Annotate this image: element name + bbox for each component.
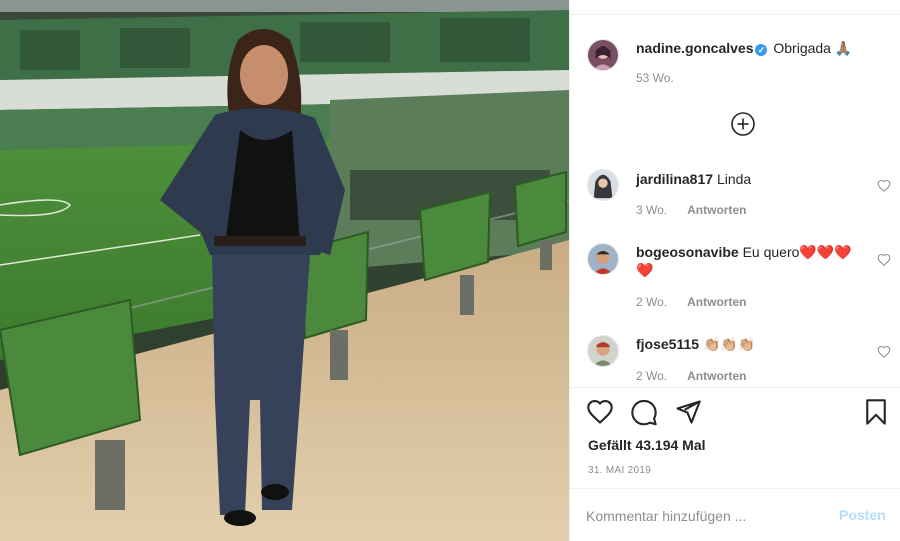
author-username[interactable]: nadine.goncalves [636, 40, 753, 56]
comment-item: jardilina817 Linda [636, 170, 868, 188]
comment-like-heart-icon[interactable] [877, 345, 891, 359]
comment-like-heart-icon[interactable] [877, 179, 891, 193]
reply-button[interactable]: Antworten [687, 369, 746, 383]
comment-timestamp[interactable]: 2 Wo. [636, 369, 667, 383]
comment-timestamp[interactable]: 3 Wo. [636, 203, 667, 217]
post-date[interactable]: 31. MAI 2019 [588, 465, 651, 476]
reply-button[interactable]: Antworten [687, 295, 746, 309]
actions-divider [570, 387, 900, 388]
bookmark-icon[interactable] [862, 398, 890, 426]
stadium-photo-illustration [0, 0, 569, 541]
comment-item: bogeosonavibe Eu quero❤️❤️❤️❤️ [636, 243, 868, 279]
comment-username[interactable]: bogeosonavibe [636, 244, 739, 260]
comment-text: Linda [716, 171, 752, 187]
header-divider [570, 14, 900, 15]
post-details-panel: nadine.goncalves ✓ Obrigada 🙏🏽 53 Wo. jar… [569, 0, 900, 541]
commenter-avatar[interactable] [587, 335, 619, 367]
comment-meta: 2 Wo. Antworten [636, 295, 746, 309]
like-count[interactable]: Gefällt 43.194 Mal [588, 437, 706, 453]
comment-timestamp[interactable]: 2 Wo. [636, 295, 667, 309]
comment-item: fjose5115 👏🏼👏🏼👏🏼 [636, 335, 868, 353]
post-photo[interactable] [0, 0, 569, 541]
verified-badge-icon: ✓ [755, 44, 768, 56]
author-avatar[interactable] [587, 39, 619, 71]
comment-text: 👏🏼👏🏼👏🏼 [702, 336, 756, 352]
comment-username[interactable]: fjose5115 [636, 336, 699, 352]
comment-bubble-icon[interactable] [630, 398, 658, 426]
instagram-post-view: nadine.goncalves ✓ Obrigada 🙏🏽 53 Wo. jar… [0, 0, 900, 541]
paper-plane-icon[interactable] [674, 398, 702, 426]
commenter-avatar[interactable] [587, 169, 619, 201]
comment-meta: 3 Wo. Antworten [636, 203, 746, 217]
comment-meta: 2 Wo. Antworten [636, 369, 746, 383]
post-caption: nadine.goncalves ✓ Obrigada 🙏🏽 [636, 39, 886, 57]
commenter-avatar[interactable] [587, 243, 619, 275]
reply-button[interactable]: Antworten [687, 203, 746, 217]
caption-timestamp[interactable]: 53 Wo. [636, 71, 674, 85]
comment-username[interactable]: jardilina817 [636, 171, 713, 187]
comment-like-heart-icon[interactable] [877, 253, 891, 267]
post-comment-button[interactable]: Posten [839, 507, 886, 523]
plus-circle-icon[interactable] [730, 111, 756, 137]
heart-icon[interactable] [586, 398, 614, 426]
caption-text: Obrigada 🙏🏽 [773, 40, 853, 56]
comment-input[interactable] [586, 504, 816, 528]
composer-divider [570, 488, 900, 489]
